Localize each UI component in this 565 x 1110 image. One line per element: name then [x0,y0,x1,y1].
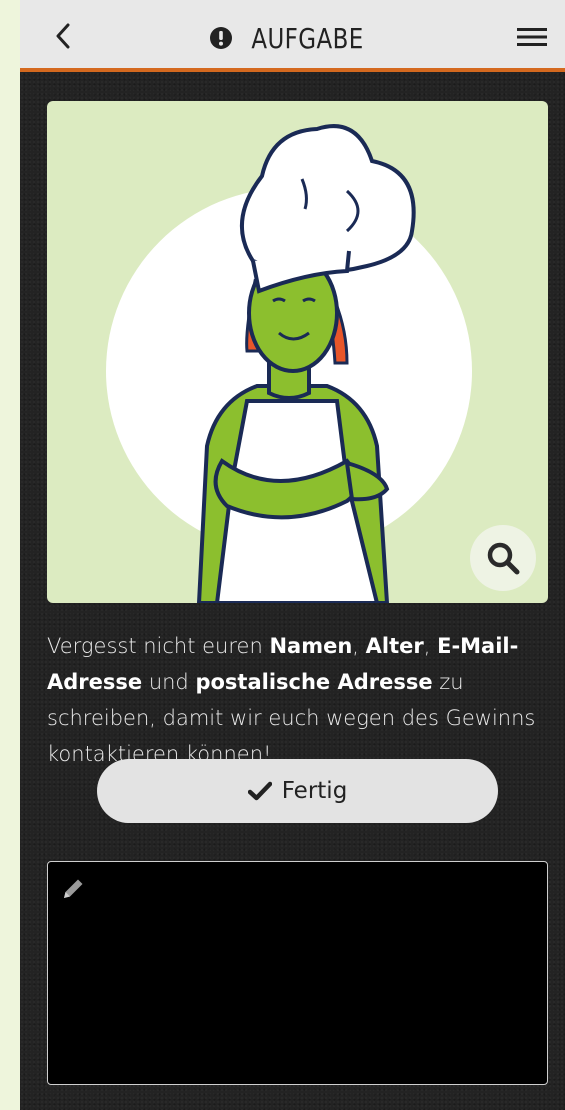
desc-text: Vergesst nicht euren [47,634,270,658]
desc-bold-name: Namen [269,634,353,658]
checkmark-icon [247,781,272,801]
done-button-label: Fertig [281,778,348,804]
task-description: Vergesst nicht euren Namen, Alter, E-Mai… [47,628,552,772]
chef-illustration [106,124,472,603]
exclamation-circle-icon [209,27,232,49]
done-button[interactable]: Fertig [97,759,498,823]
pencil-icon [64,879,83,898]
app-screen: AUFGABE Vergesst nicht euren Namen, Alte… [20,0,565,1110]
zoom-button[interactable] [470,525,536,591]
answer-input[interactable] [96,872,537,1074]
task-image [47,101,548,603]
header-bar: AUFGABE [20,0,565,72]
desc-bold-address: postalische Adresse [195,670,433,694]
desc-text: , [423,634,438,658]
page-title: AUFGABE [251,21,364,55]
magnifier-icon [487,542,520,575]
desc-text: , [352,634,366,658]
menu-button[interactable] [515,22,549,52]
desc-text: und [142,670,196,694]
desc-bold-age: Alter [365,634,424,658]
hamburger-menu-icon [517,28,547,46]
page-title-wrap: AUFGABE [20,18,565,58]
answer-box[interactable] [47,861,548,1085]
